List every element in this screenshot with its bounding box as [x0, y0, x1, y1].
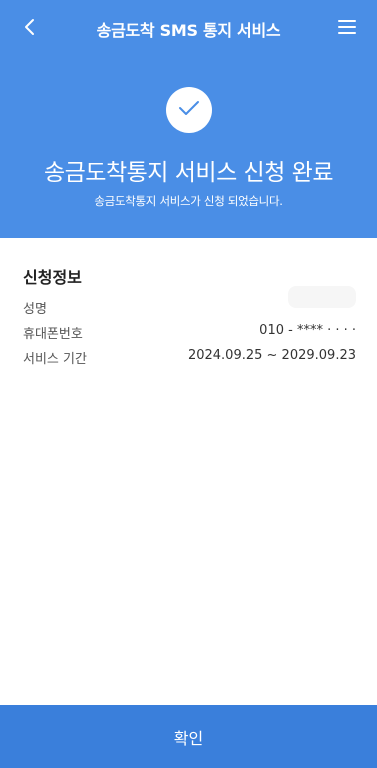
info-value: 010 - **** · · · ·: [259, 323, 356, 338]
page-title: 송금도착 SMS 통지 서비스: [96, 21, 281, 40]
hero-banner: 송금도착 SMS 통지 서비스 송금도착통지 서비스 신청 완료 송금도착통지 …: [0, 0, 377, 238]
info-label: 휴대폰번호: [23, 327, 83, 342]
menu-button[interactable]: [331, 14, 363, 44]
section-title: 신청정보: [23, 268, 82, 287]
info-row-phone: 휴대폰번호 010 - **** · · · ·: [23, 323, 356, 343]
info-label: 성명: [23, 302, 47, 317]
info-label: 서비스 기간: [23, 352, 87, 367]
info-value: 2024.09.25 ~ 2029.09.23: [187, 348, 356, 363]
check-icon: [178, 100, 200, 120]
confirm-button[interactable]: 확인: [0, 705, 377, 768]
info-row-period: 서비스 기간 2024.09.25 ~ 2029.09.23: [23, 348, 356, 368]
info-row-name: 성명: [23, 286, 356, 318]
masked-name: [288, 286, 356, 308]
success-badge: [166, 87, 212, 133]
hamburger-menu-icon: [337, 19, 357, 39]
top-bar: 송금도착 SMS 통지 서비스: [0, 0, 377, 58]
completion-title: 송금도착통지 서비스 신청 완료: [43, 160, 334, 186]
completion-subtitle: 송금도착통지 서비스가 신청 되었습니다.: [94, 194, 283, 208]
